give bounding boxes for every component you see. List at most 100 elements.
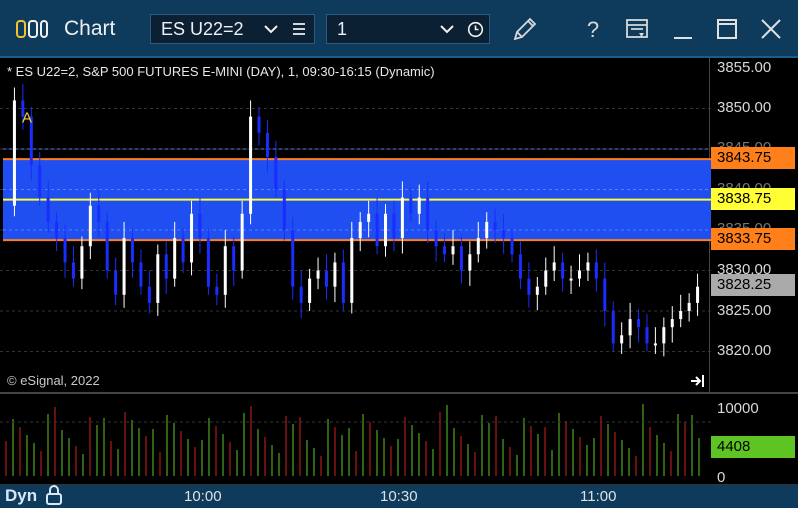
chart-app-icon <box>16 20 48 38</box>
candle-body <box>88 205 92 247</box>
chart-marker-label: A <box>22 109 32 126</box>
band-upper-tag: 3843.75 <box>711 147 795 169</box>
candle-body <box>291 230 295 287</box>
window-title: Chart <box>64 17 116 40</box>
candle-body <box>164 254 168 279</box>
interval-selector[interactable]: 1 <box>326 14 490 44</box>
volume-chart[interactable] <box>0 394 711 484</box>
chart-header: * ES U22=2, S&P 500 FUTURES E-MINI (DAY)… <box>7 64 435 79</box>
candle-body <box>577 270 581 279</box>
candle-body <box>139 262 143 287</box>
candle-body <box>240 213 244 271</box>
time-label: 10:00 <box>184 488 222 505</box>
minimize-icon[interactable] <box>668 14 698 44</box>
price-tick: 3850.00 <box>717 99 772 116</box>
candle-body <box>46 197 50 222</box>
candle-body <box>308 278 312 303</box>
symbol-selector[interactable]: ES U22=2 <box>150 14 315 44</box>
lock-icon[interactable] <box>44 484 64 506</box>
candle-body <box>485 221 489 239</box>
template-icon[interactable] <box>622 14 652 44</box>
candle-body <box>333 262 337 287</box>
candle-body <box>316 270 320 279</box>
maximize-icon[interactable] <box>712 14 742 44</box>
chevron-down-icon[interactable] <box>439 21 455 37</box>
candle-body <box>603 278 607 311</box>
candle-body <box>63 238 67 263</box>
candle-body <box>687 302 691 311</box>
candle-body <box>502 230 506 239</box>
candle-body <box>696 286 700 303</box>
candle-body <box>97 205 101 222</box>
candle-body <box>493 221 497 230</box>
question-mark-icon[interactable]: ? <box>578 14 608 44</box>
candle-body <box>459 246 463 271</box>
candle-body <box>299 286 303 303</box>
candle-body <box>679 311 683 320</box>
svg-text:?: ? <box>587 17 599 42</box>
symbol-value[interactable]: ES U22=2 <box>161 19 244 40</box>
pencil-icon[interactable] <box>510 14 540 44</box>
copyright-label: © eSignal, 2022 <box>7 373 100 388</box>
candle-body <box>367 213 371 222</box>
clock-icon[interactable] <box>467 21 484 38</box>
candle-body <box>12 100 16 206</box>
candle-body <box>510 238 514 255</box>
candle-body <box>662 327 666 344</box>
candle-body <box>518 254 522 279</box>
hamburger-menu-icon[interactable] <box>291 21 307 37</box>
candle-body <box>434 230 438 247</box>
interval-value[interactable]: 1 <box>337 19 347 40</box>
candle-body <box>156 254 160 303</box>
candle-body <box>653 343 657 346</box>
price-tick: 3820.00 <box>717 342 772 359</box>
volume-tick: 10000 <box>717 400 759 417</box>
candle-body <box>409 197 413 214</box>
candle-body <box>282 189 286 230</box>
candle-body <box>257 116 261 133</box>
close-icon[interactable] <box>756 14 786 44</box>
candle-body <box>594 262 598 279</box>
candle-body <box>569 278 573 281</box>
candle-body <box>451 246 455 255</box>
candle-body <box>552 262 556 271</box>
time-label: 10:30 <box>380 488 418 505</box>
candle-body <box>173 238 177 279</box>
candle-body <box>198 213 202 239</box>
candle-body <box>131 238 135 263</box>
candle-body <box>426 197 430 230</box>
band-lower-tag: 3833.75 <box>711 228 795 250</box>
volume-last-tag: 4408 <box>711 436 795 458</box>
price-chart[interactable]: A <box>0 58 711 392</box>
candle-body <box>375 213 379 247</box>
candle-body <box>38 165 42 198</box>
candle-body <box>274 157 278 190</box>
dynamic-mode-label[interactable]: Dyn <box>5 486 37 506</box>
candle-body <box>628 319 632 336</box>
candle-body <box>265 132 269 158</box>
candle-body <box>358 221 362 239</box>
scroll-to-end-icon[interactable] <box>690 373 706 389</box>
price-tick: 3825.00 <box>717 302 772 319</box>
band-mid-tag: 3838.75 <box>711 188 795 210</box>
candle-body <box>71 262 75 279</box>
candle-body <box>611 311 615 344</box>
candle-body <box>535 286 539 295</box>
candle-body <box>147 286 151 303</box>
candle-body <box>561 262 565 279</box>
candle-body <box>114 270 118 295</box>
price-tick: 3855.00 <box>717 59 772 76</box>
last-price-tag: 3828.25 <box>711 274 795 296</box>
candle-body <box>443 246 447 255</box>
candle-body <box>249 116 253 214</box>
candle-body <box>215 286 219 295</box>
candle-body <box>476 238 480 255</box>
chevron-down-icon[interactable] <box>263 21 279 37</box>
candle-body <box>417 197 421 214</box>
candle-body <box>206 238 210 287</box>
candle-body <box>670 319 674 328</box>
candle-body <box>105 221 109 271</box>
candle-body <box>232 246 236 271</box>
time-label: 11:00 <box>580 488 617 505</box>
candle-body <box>468 254 472 271</box>
